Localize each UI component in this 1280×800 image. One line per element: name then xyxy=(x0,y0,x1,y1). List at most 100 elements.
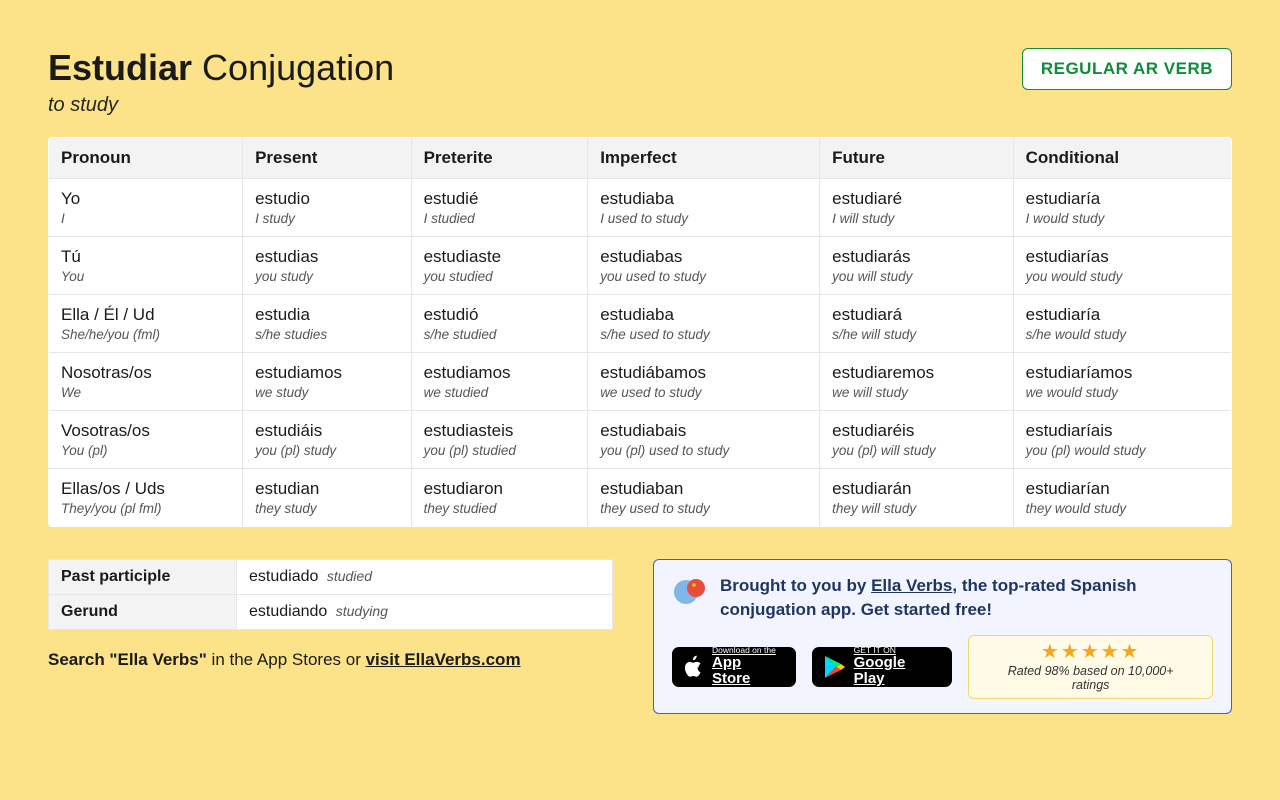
promo-prefix: Brought to you by xyxy=(720,576,871,595)
cell-primary: estudiabais xyxy=(600,421,807,441)
table-row: Gerund estudiando studying xyxy=(49,594,613,629)
cell-secondary: they will study xyxy=(832,501,1000,516)
cell-pronoun: Vosotras/os You (pl) xyxy=(49,410,243,468)
table-header-row: Pronoun Present Preterite Imperfect Futu… xyxy=(49,137,1232,178)
promo-link[interactable]: Ella Verbs xyxy=(871,576,952,595)
cell-future: estudiaremoswe will study xyxy=(820,352,1013,410)
cell-primary: Tú xyxy=(61,247,230,267)
cell-secondary: you (pl) would study xyxy=(1026,443,1219,458)
stars-icon: ★★★★★ xyxy=(987,642,1194,662)
verb-type-badge: REGULAR AR VERB xyxy=(1022,48,1232,90)
promo-text: Brought to you by Ella Verbs, the top-ra… xyxy=(720,574,1213,623)
cell-future: estudiarás/he will study xyxy=(820,294,1013,352)
cell-primary: Nosotras/os xyxy=(61,363,230,383)
cell-preterite: estudiasteyou studied xyxy=(411,236,588,294)
cell-secondary: I would study xyxy=(1026,211,1219,226)
cell-primary: Vosotras/os xyxy=(61,421,230,441)
rating-text: Rated 98% based on 10,000+ ratings xyxy=(987,664,1194,692)
cell-imperfect: estudiabaI used to study xyxy=(588,178,820,236)
cell-conditional: estudiaría s/he would study xyxy=(1013,294,1231,352)
cell-secondary: s/he used to study xyxy=(600,327,807,342)
apple-icon xyxy=(684,655,704,679)
form-es: estudiado xyxy=(249,568,318,585)
cell-primary: estudiaréis xyxy=(832,421,1000,441)
cell-primary: estudiaré xyxy=(832,189,1000,209)
cell-primary: estudiasteis xyxy=(424,421,576,441)
cell-primary: estudio xyxy=(255,189,399,209)
search-middle: in the App Stores or xyxy=(207,650,366,669)
cell-secondary: I xyxy=(61,211,230,226)
cell-imperfect: estudiabais you (pl) used to study xyxy=(588,410,820,468)
search-line: Search "Ella Verbs" in the App Stores or… xyxy=(48,650,613,670)
google-play-badge[interactable]: GET IT ON Google Play xyxy=(812,647,953,687)
form-es: estudiando xyxy=(249,603,327,620)
promo-box: Brought to you by Ella Verbs, the top-ra… xyxy=(653,559,1232,714)
cell-secondary: you (pl) studied xyxy=(424,443,576,458)
app-store-badge[interactable]: Download on the App Store xyxy=(672,647,796,687)
cell-secondary: you study xyxy=(255,269,399,284)
cell-present: estudioI study xyxy=(243,178,412,236)
cell-secondary: s/he studies xyxy=(255,327,399,342)
cell-conditional: estudiaría I would study xyxy=(1013,178,1231,236)
cell-secondary: we would study xyxy=(1026,385,1219,400)
page-title: Estudiar Conjugation xyxy=(48,48,394,88)
cell-primary: Ellas/os / Uds xyxy=(61,479,230,499)
cell-primary: estudiarán xyxy=(832,479,1000,499)
cell-secondary: She/he/you (fml) xyxy=(61,327,230,342)
cell-primary: Ella / Él / Ud xyxy=(61,305,230,325)
cell-preterite: estudiamoswe studied xyxy=(411,352,588,410)
cell-secondary: you (pl) study xyxy=(255,443,399,458)
table-row: Ella / Él / Ud She/he/you (fml) estudias/h… xyxy=(49,294,1232,352)
col-conditional: Conditional xyxy=(1013,137,1231,178)
table-row: Past participle estudiado studied xyxy=(49,559,613,594)
cell-primary: estudiaría xyxy=(1026,189,1219,209)
table-row: Ellas/os / UdsThey/you (pl fml)estudiant… xyxy=(49,468,1232,526)
promo-top: Brought to you by Ella Verbs, the top-ra… xyxy=(672,574,1213,623)
cell-pronoun: Ellas/os / UdsThey/you (pl fml) xyxy=(49,468,243,526)
cell-primary: estudiaría xyxy=(1026,305,1219,325)
cell-secondary: you used to study xyxy=(600,269,807,284)
cell-present: estudiasyou study xyxy=(243,236,412,294)
conjugation-table: Pronoun Present Preterite Imperfect Futu… xyxy=(48,137,1232,527)
cell-secondary: You (pl) xyxy=(61,443,230,458)
cell-primary: estudiaste xyxy=(424,247,576,267)
cell-secondary: you (pl) used to study xyxy=(600,443,807,458)
cell-secondary: s/he would study xyxy=(1026,327,1219,342)
cell-pronoun: TúYou xyxy=(49,236,243,294)
cell-secondary: s/he studied xyxy=(424,327,576,342)
form-en: studied xyxy=(327,568,372,584)
cell-future: estudiarásyou will study xyxy=(820,236,1013,294)
col-future: Future xyxy=(820,137,1013,178)
col-preterite: Preterite xyxy=(411,137,588,178)
app-store-big: App Store xyxy=(712,655,784,688)
verb-name: Estudiar xyxy=(48,47,192,88)
cell-pronoun: Ella / Él / Ud She/he/you (fml) xyxy=(49,294,243,352)
cell-secondary: they would study xyxy=(1026,501,1219,516)
cell-secondary: We xyxy=(61,385,230,400)
cell-secondary: I used to study xyxy=(600,211,807,226)
form-en: studying xyxy=(336,603,388,619)
cell-preterite: estudiéI studied xyxy=(411,178,588,236)
visit-link[interactable]: visit EllaVerbs.com xyxy=(366,650,521,669)
cell-secondary: we studied xyxy=(424,385,576,400)
past-participle-value: estudiado studied xyxy=(237,559,613,594)
gerund-value: estudiando studying xyxy=(237,594,613,629)
col-imperfect: Imperfect xyxy=(588,137,820,178)
cell-primary: estudiáis xyxy=(255,421,399,441)
verb-meaning: to study xyxy=(48,94,394,117)
col-present: Present xyxy=(243,137,412,178)
cell-preterite: estudiasteis you (pl) studied xyxy=(411,410,588,468)
past-participle-label: Past participle xyxy=(49,559,237,594)
cell-secondary: s/he will study xyxy=(832,327,1000,342)
cell-imperfect: estudiábamoswe used to study xyxy=(588,352,820,410)
cell-secondary: you (pl) will study xyxy=(832,443,1000,458)
cell-primary: estudiaba xyxy=(600,305,807,325)
title-block: Estudiar Conjugation to study xyxy=(48,48,394,117)
cell-preterite: estudiaronthey studied xyxy=(411,468,588,526)
promo-bottom: Download on the App Store GET IT ON Goog… xyxy=(672,635,1213,699)
cell-conditional: estudiaríasyou would study xyxy=(1013,236,1231,294)
rating-box: ★★★★★ Rated 98% based on 10,000+ ratings xyxy=(968,635,1213,699)
cell-primary: estudiarás xyxy=(832,247,1000,267)
cell-present: estudias/he studies xyxy=(243,294,412,352)
cell-primary: estudiaron xyxy=(424,479,576,499)
